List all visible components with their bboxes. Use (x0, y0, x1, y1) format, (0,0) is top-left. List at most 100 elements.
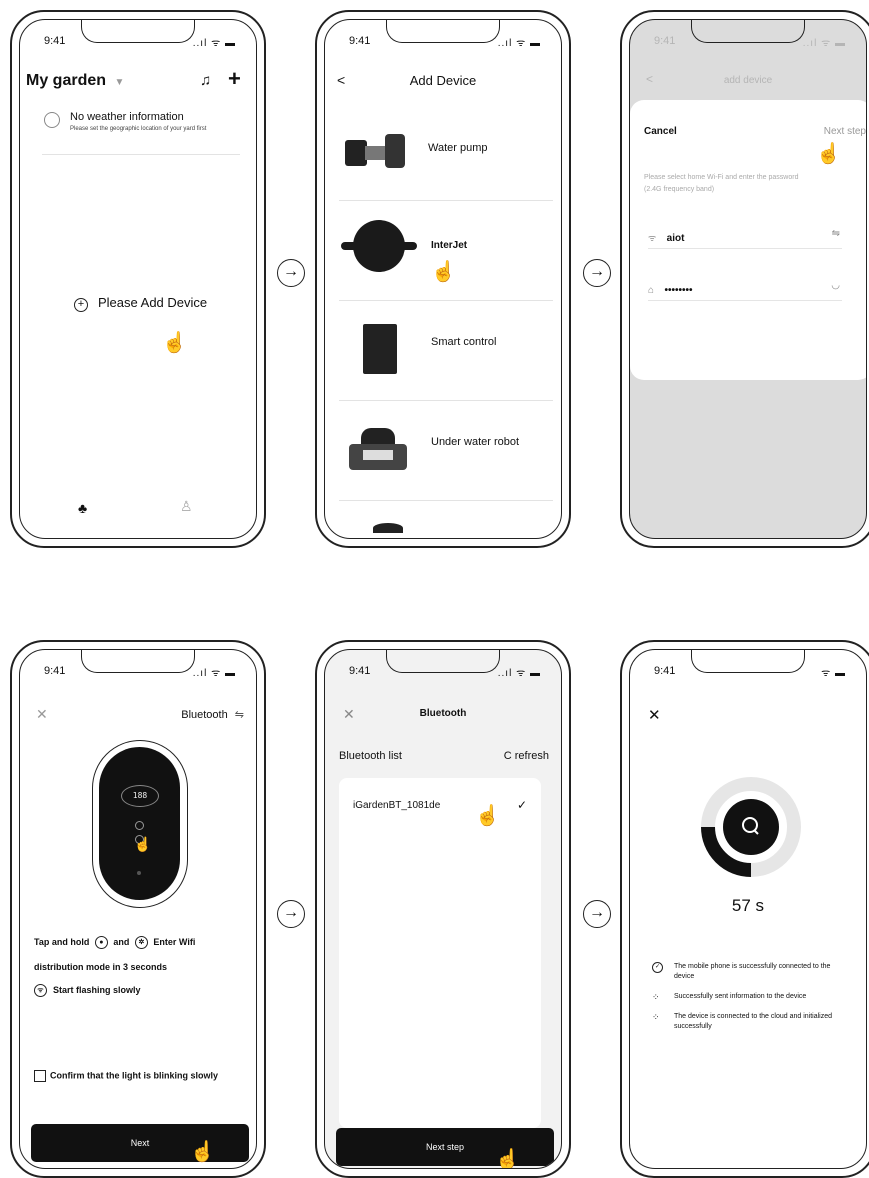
bluetooth-device-item[interactable]: iGardenBT_1081de ✓ (339, 778, 541, 834)
hand-pointer-icon: ☝ (495, 1149, 520, 1169)
screen: 9:41 ..ıl ᯤ ▬ < Add Device Water pump In… (324, 19, 562, 539)
tab-home-icon[interactable]: ♣ (78, 500, 87, 516)
status-time: 9:41 (44, 665, 66, 677)
close-icon[interactable]: ✕ (36, 706, 48, 723)
device-item-under-water-robot[interactable]: Under water robot (325, 400, 561, 500)
confirm-checkbox[interactable] (34, 1070, 46, 1082)
next-button[interactable]: Next (31, 1124, 249, 1162)
notch (81, 20, 195, 43)
device-label: InterJet (431, 240, 468, 251)
countdown-seconds: 57 s (731, 896, 765, 915)
status-icons: ᯤ ▬ (821, 668, 846, 679)
bell-icon[interactable]: ♫ (200, 72, 211, 89)
password-field[interactable]: ⌂ •••••••• ◡ (648, 280, 842, 301)
status-time: 9:41 (654, 665, 676, 677)
screen: 9:41 ..ıl ᯤ ▬ ✕ Bluetooth ⇋ 188 ☝ Tap an… (19, 649, 257, 1169)
device-item-interjet[interactable]: InterJet ☝ (325, 200, 561, 300)
status-icons: ..ıl ᯤ ▬ (802, 38, 846, 49)
hand-pointer-icon: ☝ (162, 332, 187, 354)
power-button-icon: ● (94, 936, 108, 949)
weather-subtitle: Please set the geographic location of yo… (70, 126, 207, 132)
step-item: ⁘ Successfully sent information to the d… (652, 992, 842, 1002)
next-step-button[interactable]: Next step (336, 1128, 554, 1166)
phone-my-garden: 9:41 ..ıl ᯤ ▬ My garden ▼ ♫ + No weather… (10, 10, 266, 548)
step-item: ⁘ The device is connected to the cloud a… (652, 1012, 842, 1032)
weather-title: No weather information (70, 111, 184, 123)
device-item-smart-control[interactable]: Smart control (325, 300, 561, 400)
mode-label: Bluetooth (181, 709, 228, 721)
notch (691, 20, 805, 43)
notch (386, 650, 500, 673)
notch (691, 650, 805, 673)
next-button-label: Next (130, 1138, 150, 1148)
phone-connecting: 9:41 ᯤ ▬ ✕ 57 s ✓ The mobile phone is su… (620, 640, 869, 1178)
indicator-dot (137, 871, 141, 875)
close-icon[interactable]: ✕ (648, 706, 661, 724)
instruction-text: and (113, 936, 130, 947)
wifi-icon: ᯤ (648, 233, 657, 243)
device-name: iGardenBT_1081de (353, 800, 441, 811)
water-pump-image (345, 134, 407, 168)
fan-button-icon: ✲ (134, 936, 148, 949)
instruction-text: Start flashing slowly (53, 984, 141, 995)
screen: 9:41 ..ıl ᯤ ▬ ✕ Bluetooth Bluetooth list… (324, 649, 562, 1169)
wifi-sheet: Cancel Next step ☝ Please select home Wi… (630, 100, 866, 380)
page-title: Add Device (409, 73, 477, 88)
chevron-down-icon: ▼ (114, 77, 125, 88)
wifi-field[interactable]: ᯤ aiot ⇋ (648, 228, 842, 249)
eye-hidden-icon[interactable]: ◡ (831, 280, 840, 291)
next-arrow-icon: → (583, 900, 611, 928)
display-readout: 188 (121, 785, 159, 807)
bluetooth-list-label: Bluetooth list (339, 750, 402, 762)
phone-add-device: 9:41 ..ıl ᯤ ▬ < Add Device Water pump In… (315, 10, 571, 548)
confirm-checkbox-row[interactable]: Confirm that the light is blinking slowl… (34, 1070, 218, 1082)
instruction-line-1: Tap and hold ● and ✲ Enter Wifi (34, 936, 195, 949)
password-value: •••••••• (664, 285, 693, 296)
switch-network-icon[interactable]: ⇋ (832, 228, 840, 239)
power-button-dot (135, 821, 144, 830)
robot-image (349, 428, 407, 470)
next-arrow-icon: → (583, 259, 611, 287)
hand-pointer-icon: ☝ (134, 836, 152, 852)
spinner-icon: ⁘ (652, 992, 660, 1002)
switch-icon: ⇋ (234, 709, 244, 721)
status-icons: ..ıl ᯤ ▬ (497, 38, 541, 49)
check-icon: ✓ (516, 798, 527, 812)
please-add-device-button[interactable]: + Please Add Device (74, 295, 207, 312)
cancel-button[interactable]: Cancel (644, 126, 677, 137)
garden-selector[interactable]: My garden ▼ (26, 72, 124, 90)
progress-ring (701, 777, 801, 877)
refresh-label: refresh (514, 750, 549, 762)
status-time: 9:41 (349, 665, 371, 677)
add-icon[interactable]: + (228, 66, 241, 92)
page-title: add device (723, 75, 773, 86)
divider (42, 154, 240, 155)
hand-pointer-icon: ☝ (816, 143, 841, 165)
bluetooth-mode-toggle[interactable]: Bluetooth ⇋ (181, 708, 244, 721)
plus-circle-icon: + (74, 298, 88, 312)
page-title: My garden (26, 72, 107, 89)
check-circle-icon: ✓ (652, 962, 663, 973)
instruction-text: Enter Wifi (153, 936, 196, 947)
device-label: Under water robot (431, 436, 520, 448)
spinner-icon: ⁘ (652, 1012, 660, 1022)
next-step-button[interactable]: Next step (824, 126, 866, 137)
instruction-text: Tap and hold (34, 936, 90, 947)
please-add-device-label: Please Add Device (98, 295, 208, 310)
controller-illustration: 188 ☝ (92, 740, 188, 908)
screen: 9:41 ᯤ ▬ ✕ 57 s ✓ The mobile phone is su… (629, 649, 867, 1169)
step-text: The device is connected to the cloud and… (674, 1013, 832, 1030)
page-title: Bluetooth (419, 708, 467, 719)
tab-profile-icon[interactable]: ♙ (180, 498, 193, 515)
next-step-label: Next step (425, 1142, 465, 1152)
notch (386, 20, 500, 43)
refresh-button[interactable]: C refresh (504, 750, 549, 762)
screen: 9:41 ..ıl ᯤ ▬ My garden ▼ ♫ + No weather… (19, 19, 257, 539)
screen: 9:41 ..ıl ᯤ ▬ < add device Cancel Next s… (629, 19, 867, 539)
lock-icon: ⌂ (648, 285, 655, 296)
step-item: ✓ The mobile phone is successfully conne… (652, 962, 842, 982)
wifi-hint: Please select home Wi-Fi and enter the p… (644, 174, 799, 193)
divider (339, 500, 553, 501)
phone-wifi-setup: 9:41 ..ıl ᯤ ▬ < add device Cancel Next s… (620, 10, 869, 548)
device-item-water-pump[interactable]: Water pump (325, 110, 561, 200)
